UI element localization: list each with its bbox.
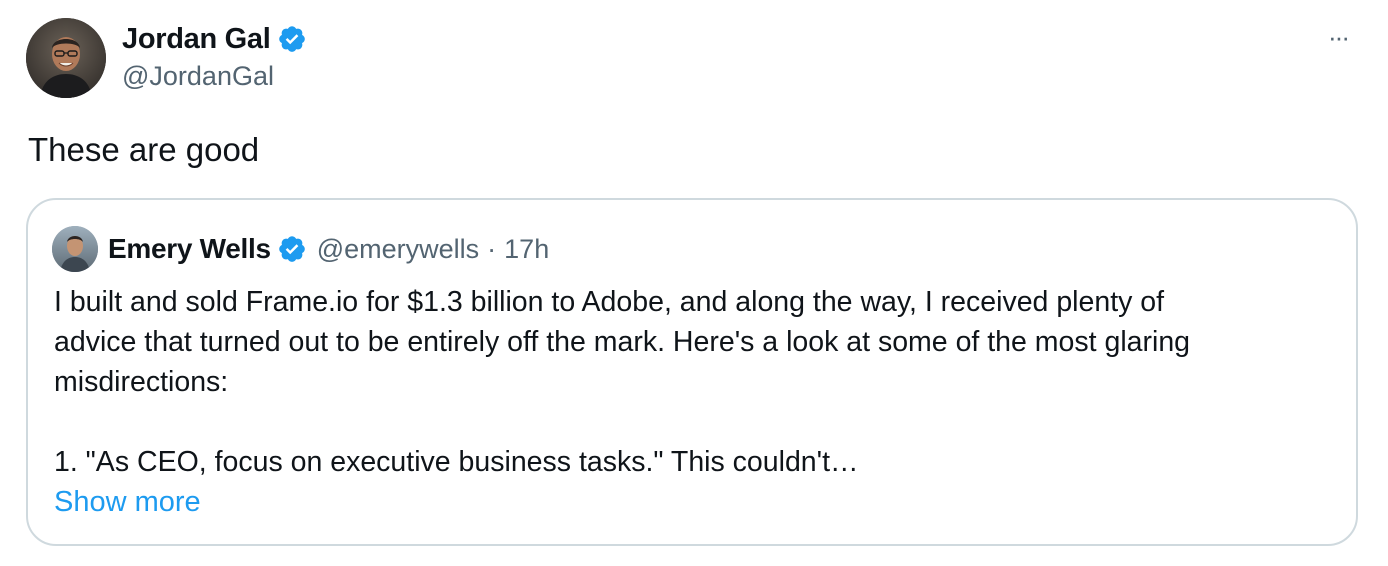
quoted-tweet-card[interactable]: Emery Wells @emerywells · 17h I built an… — [26, 198, 1358, 546]
quoted-tweet-line: advice that turned out to be entirely of… — [54, 326, 1191, 358]
quoted-tweet-line: I built and sold Frame.io for $1.3 billi… — [54, 286, 1165, 318]
more-horizontal-icon: ··· — [1328, 22, 1350, 52]
tweet-text: These are good — [28, 131, 260, 168]
author-avatar-image — [26, 18, 106, 98]
verified-badge-icon — [277, 234, 307, 264]
author-avatar[interactable] — [26, 18, 106, 98]
more-options-button[interactable]: ··· — [1318, 22, 1358, 52]
separator-dot: · — [487, 233, 497, 264]
quoted-author-avatar-image — [52, 226, 98, 272]
author-name[interactable]: Jordan Gal — [122, 23, 271, 56]
quoted-tweet-body: I built and sold Frame.io for $1.3 billi… — [54, 282, 1344, 482]
quoted-author-avatar — [52, 226, 98, 272]
quoted-tweet-line: 1. "As CEO, focus on executive business … — [54, 446, 859, 478]
verified-badge-icon — [277, 24, 307, 54]
author-handle[interactable]: @JordanGal — [122, 61, 274, 92]
quoted-author-handle: @emerywells — [316, 233, 480, 264]
quoted-tweet-timestamp: 17h — [504, 233, 550, 264]
quoted-author-name: Emery Wells — [108, 233, 271, 264]
show-more-link[interactable]: Show more — [54, 482, 201, 522]
quoted-tweet-header: Emery Wells @emerywells · 17h — [52, 226, 549, 272]
author-name-row: Jordan Gal — [122, 20, 307, 58]
quoted-tweet-line: misdirections: — [54, 366, 229, 398]
tweet: Jordan Gal @JordanGal ··· These are good — [0, 0, 1388, 566]
